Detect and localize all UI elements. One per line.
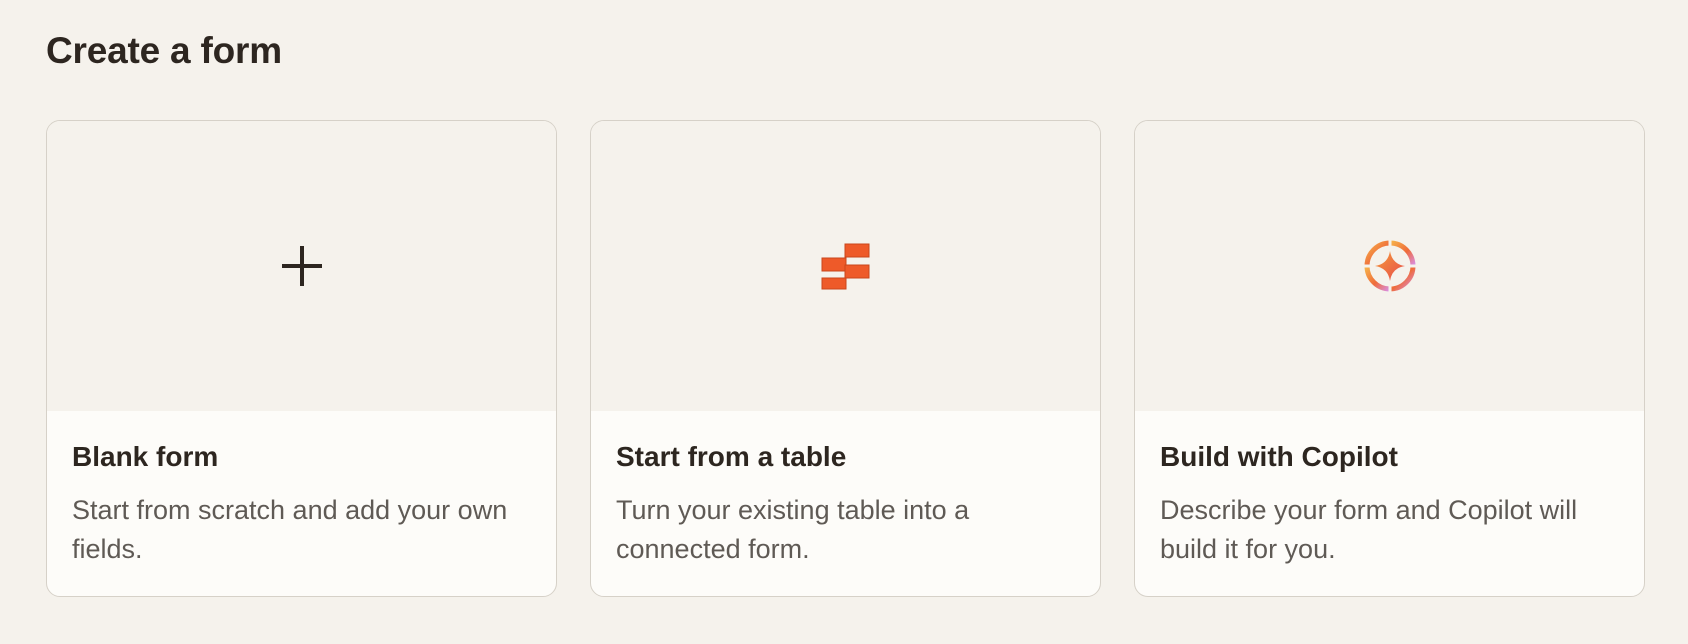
card-body: Blank form Start from scratch and add yo…	[47, 411, 556, 596]
blank-form-card[interactable]: Blank form Start from scratch and add yo…	[46, 120, 557, 597]
copilot-icon	[1363, 240, 1416, 292]
build-with-copilot-card[interactable]: Build with Copilot Describe your form an…	[1134, 120, 1645, 597]
card-title: Build with Copilot	[1160, 441, 1398, 472]
plus-icon	[281, 246, 322, 286]
card-description: Turn your existing table into a connecte…	[616, 495, 970, 564]
card-description: Start from scratch and add your own fiel…	[72, 495, 508, 564]
card-body: Build with Copilot Describe your form an…	[1135, 411, 1644, 596]
start-from-table-card[interactable]: Start from a table Turn your existing ta…	[590, 120, 1101, 597]
table-icon	[821, 243, 869, 290]
card-description: Describe your form and Copilot will buil…	[1160, 495, 1578, 564]
card-media	[591, 121, 1100, 411]
create-form-page: Create a form Blank form Start from scra…	[0, 0, 1688, 644]
card-media	[47, 121, 556, 411]
card-title: Blank form	[72, 441, 219, 472]
card-media	[1135, 121, 1644, 411]
page-title: Create a form	[46, 30, 282, 71]
form-options: Blank form Start from scratch and add yo…	[46, 120, 1645, 597]
card-body: Start from a table Turn your existing ta…	[591, 411, 1100, 596]
card-title: Start from a table	[616, 441, 847, 472]
